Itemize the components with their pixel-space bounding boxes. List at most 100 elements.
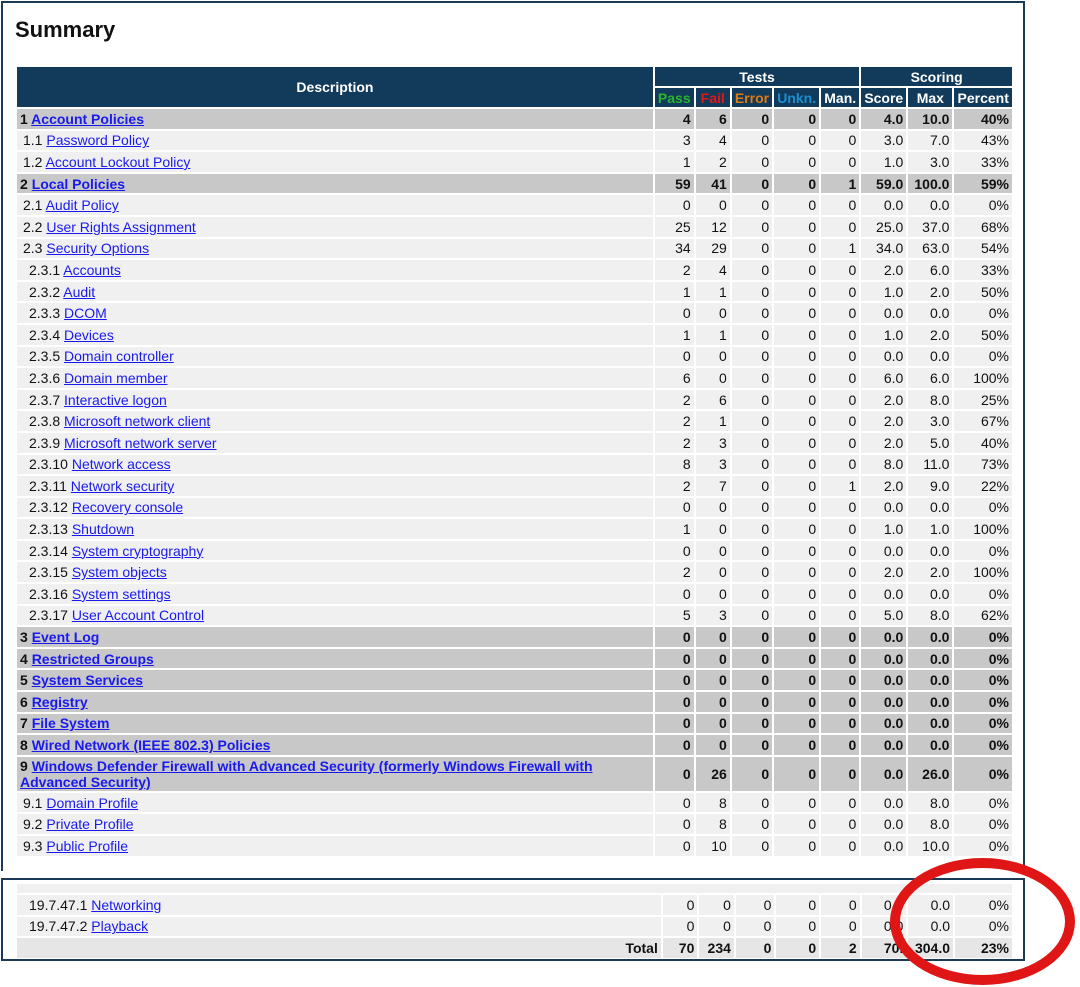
fail-count: 0 — [695, 497, 730, 518]
manual-count: 0 — [821, 281, 860, 302]
fail-count: 6 — [695, 389, 730, 410]
section-link[interactable]: Playback — [91, 918, 148, 934]
score-value: 59.0 — [861, 173, 907, 194]
section-link[interactable]: Event Log — [32, 629, 100, 645]
section-link[interactable]: System objects — [72, 564, 167, 580]
section-link[interactable]: Domain Profile — [46, 795, 138, 811]
section-link[interactable]: Domain member — [64, 370, 167, 386]
score-value: 5.0 — [861, 605, 907, 626]
section-link[interactable]: Wired Network (IEEE 802.3) Policies — [32, 737, 271, 753]
row-description: 2.3.16 System settings — [17, 584, 653, 604]
section-link[interactable]: Network access — [72, 456, 171, 472]
header-description[interactable]: Description — [17, 67, 653, 107]
header-pass[interactable]: Pass — [654, 88, 694, 107]
section-link[interactable]: Accounts — [63, 262, 121, 278]
section-link[interactable]: Account Lockout Policy — [46, 154, 191, 170]
table-row: 9.2 Private Profile 0 8 0 0 0 0.0 8.0 0% — [17, 814, 1012, 834]
score-value: 0.0 — [861, 814, 907, 834]
percent-value: 22% — [954, 476, 1012, 496]
section-link[interactable]: Microsoft network server — [64, 435, 216, 451]
total-row-body: Total 70 234 0 0 2 70. 304.0 23% — [17, 938, 1012, 958]
section-link[interactable]: DCOM — [64, 305, 107, 321]
section-link[interactable]: Microsoft network client — [64, 413, 210, 429]
score-value: 1.0 — [861, 281, 907, 302]
unknown-count: 0 — [774, 324, 820, 345]
score-value: 2.0 — [861, 260, 907, 280]
manual-count: 0 — [821, 130, 860, 151]
header-fail[interactable]: Fail — [695, 88, 730, 107]
unknown-count: 0 — [776, 916, 820, 937]
section-number: 2.3.1 — [29, 261, 61, 278]
error-count: 0 — [731, 814, 773, 834]
table-row: 8 Wired Network (IEEE 802.3) Policies 0 0 0… — [17, 735, 1012, 755]
header-max[interactable]: Max — [908, 88, 953, 107]
pass-count: 2 — [654, 411, 694, 431]
section-link[interactable]: Networking — [91, 897, 161, 913]
section-link[interactable]: System settings — [72, 586, 171, 602]
fail-count: 10 — [695, 836, 730, 856]
section-link[interactable]: System cryptography — [72, 543, 204, 559]
table-row: 2.3.13 Shutdown 1 0 0 0 0 1.0 1.0 100% — [17, 519, 1012, 539]
pass-count: 8 — [654, 454, 694, 475]
header-percent[interactable]: Percent — [954, 88, 1012, 107]
row-description: 2.3.4 Devices — [17, 324, 653, 345]
section-number: 2.3.12 — [29, 499, 68, 516]
section-number: 2.1 — [23, 197, 43, 214]
header-scoring: Scoring — [861, 67, 1012, 86]
section-link[interactable]: Audit Policy — [46, 197, 119, 213]
section-link[interactable]: Interactive logon — [64, 392, 167, 408]
section-link[interactable]: Registry — [32, 694, 88, 710]
section-link[interactable]: Recovery console — [72, 499, 183, 515]
section-link[interactable]: Devices — [64, 327, 114, 343]
section-link[interactable]: Account Policies — [31, 111, 144, 127]
section-link[interactable]: Domain controller — [64, 348, 174, 364]
fail-count: 0 — [699, 895, 734, 915]
pass-count: 0 — [654, 584, 694, 604]
row-description: 1.1 Password Policy — [17, 130, 653, 151]
pass-count: 0 — [654, 497, 694, 518]
score-value: 3.0 — [861, 130, 907, 151]
header-error[interactable]: Error — [731, 88, 773, 107]
max-value: 100.0 — [908, 173, 953, 194]
table-row: 2.3.16 System settings 0 0 0 0 0 0.0 0.0 0% — [17, 584, 1012, 604]
header-score[interactable]: Score — [861, 88, 907, 107]
max-value: 5.0 — [908, 432, 953, 453]
section-link[interactable]: Public Profile — [46, 838, 128, 854]
section-link[interactable]: Restricted Groups — [32, 651, 154, 667]
unknown-count: 0 — [776, 895, 820, 915]
section-link[interactable]: Windows Defender Firewall with Advanced … — [20, 758, 593, 790]
section-link[interactable]: User Rights Assignment — [46, 219, 195, 235]
section-number: 2.3.2 — [29, 283, 61, 300]
max-value: 0.0 — [908, 735, 953, 755]
fail-count: 1 — [695, 411, 730, 431]
section-link[interactable]: User Account Control — [72, 607, 204, 623]
section-link[interactable]: System Services — [32, 672, 143, 688]
unknown-count: 0 — [774, 692, 820, 712]
pass-count: 0 — [654, 195, 694, 215]
section-link[interactable]: Local Policies — [32, 176, 125, 192]
pass-count: 1 — [654, 324, 694, 345]
manual-count: 0 — [821, 497, 860, 518]
unknown-count: 0 — [774, 605, 820, 626]
error-count: 0 — [735, 895, 775, 915]
fail-count: 2 — [695, 152, 730, 172]
section-link[interactable]: Security Options — [46, 240, 149, 256]
section-link[interactable]: File System — [32, 715, 110, 731]
section-link[interactable]: Private Profile — [46, 816, 133, 832]
manual-count: 0 — [821, 713, 860, 734]
table-row: 2.2 User Rights Assignment 25 12 0 0 0 25.0 37.… — [17, 216, 1012, 237]
header-manual[interactable]: Man. — [821, 88, 860, 107]
unknown-count: 0 — [774, 670, 820, 691]
error-count: 0 — [731, 670, 773, 691]
section-number: 9.3 — [23, 837, 43, 854]
header-unknown[interactable]: Unkn. — [774, 88, 820, 107]
section-link[interactable]: Network security — [71, 478, 174, 494]
section-link[interactable]: Shutdown — [72, 521, 134, 537]
page-title: Summary — [15, 17, 116, 42]
section-number: 2.3.8 — [29, 413, 61, 430]
percent-value: 40% — [954, 432, 1012, 453]
manual-count: 1 — [821, 238, 860, 259]
section-link[interactable]: Password Policy — [46, 132, 149, 148]
section-link[interactable]: Audit — [63, 284, 95, 300]
fail-count: 4 — [695, 130, 730, 151]
